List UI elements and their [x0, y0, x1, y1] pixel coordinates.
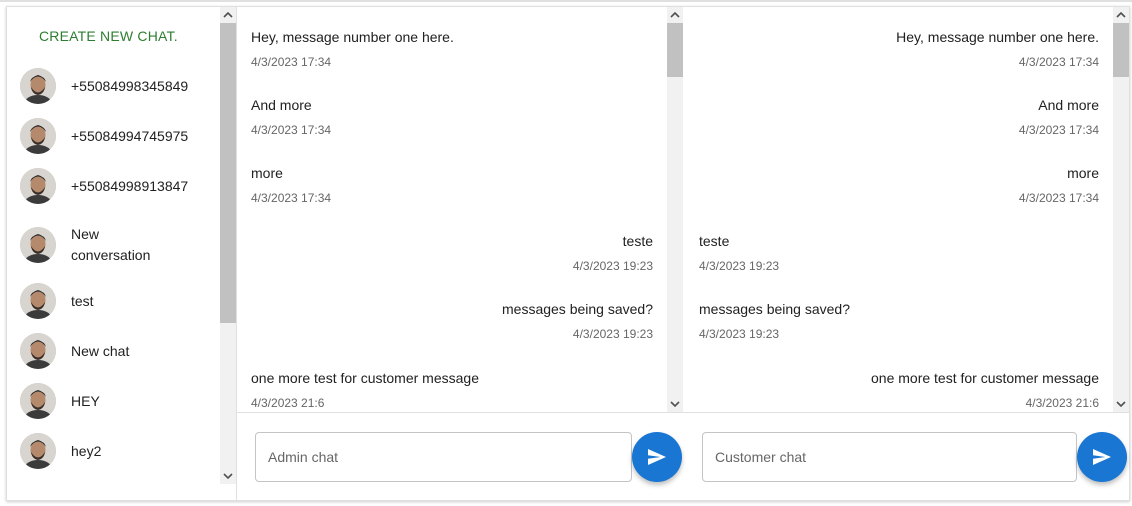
- admin-chat-field[interactable]: [255, 432, 632, 482]
- message-text: one more test for customer message: [871, 370, 1099, 386]
- chat-list-item-label: HEY: [71, 392, 100, 409]
- chat-list-item-label: test: [71, 292, 94, 309]
- customer-chat-field[interactable]: [702, 432, 1077, 482]
- message-text: Hey, message number one here.: [896, 29, 1099, 45]
- chevron-up-icon[interactable]: [1113, 7, 1129, 23]
- message-timestamp: 4/3/2023 17:34: [251, 191, 332, 205]
- message-timestamp: 4/3/2023 21:6: [1025, 396, 1099, 410]
- message-timestamp: 4/3/2023 19:23: [572, 327, 653, 341]
- admin-chat-input[interactable]: [256, 433, 631, 481]
- customer-send-button[interactable]: [1077, 432, 1127, 482]
- message: And more 4/3/2023 17:34: [251, 97, 331, 137]
- message-timestamp: 4/3/2023 19:23: [699, 259, 780, 273]
- message: teste 4/3/2023 19:23: [573, 233, 653, 273]
- chat-list-item-label: New conversation: [71, 226, 151, 263]
- composer-divider: [237, 412, 1130, 413]
- avatar: [20, 118, 56, 154]
- message: And more 4/3/2023 17:34: [1019, 97, 1099, 137]
- chat-list-item-label: +55084998913847: [71, 177, 189, 194]
- chat-list-item[interactable]: +55084994745975: [20, 118, 220, 154]
- customer-panel-scrollbar-thumb[interactable]: [1113, 23, 1129, 77]
- message-text: Hey, message number one here.: [251, 29, 454, 45]
- message-text: more: [1067, 165, 1099, 181]
- chevron-down-icon[interactable]: [667, 396, 683, 412]
- sidebar-scrollbar-thumb[interactable]: [220, 23, 236, 323]
- customer-chat-input[interactable]: [703, 433, 1076, 481]
- chat-list-item-label: hey2: [71, 442, 102, 459]
- message-timestamp: 4/3/2023 17:34: [1018, 191, 1099, 205]
- message-timestamp: 4/3/2023 17:34: [1018, 55, 1099, 69]
- chevron-down-icon[interactable]: [1113, 396, 1129, 412]
- admin-send-button[interactable]: [632, 432, 682, 482]
- message: Hey, message number one here. 4/3/2023 1…: [896, 29, 1099, 69]
- message: more 4/3/2023 17:34: [1019, 165, 1099, 205]
- chevron-up-icon[interactable]: [220, 7, 236, 23]
- chat-list-item[interactable]: +55084998913847: [20, 168, 220, 204]
- message: Hey, message number one here. 4/3/2023 1…: [251, 29, 454, 69]
- message-text: And more: [251, 97, 312, 113]
- avatar: [20, 383, 56, 419]
- message-text: one more test for customer message: [251, 370, 479, 386]
- message-text: more: [251, 165, 283, 181]
- chat-list-item[interactable]: test: [20, 283, 220, 319]
- chat-list-item[interactable]: HEY: [20, 383, 220, 419]
- customer-message-panel: Hey, message number one here. 4/3/2023 1…: [686, 7, 1130, 412]
- avatar: [20, 68, 56, 104]
- message-timestamp: 4/3/2023 19:23: [572, 259, 653, 273]
- send-icon: [648, 449, 666, 465]
- admin-panel-scrollbar-thumb[interactable]: [667, 23, 683, 77]
- avatar: [20, 168, 56, 204]
- message: more 4/3/2023 17:34: [251, 165, 331, 205]
- chat-list-item-label: New chat: [71, 342, 130, 359]
- message-text: And more: [1038, 97, 1099, 113]
- admin-message-panel: Hey, message number one here. 4/3/2023 1…: [238, 7, 684, 412]
- sidebar-scrollbar[interactable]: [220, 7, 236, 484]
- message: teste 4/3/2023 19:23: [699, 233, 779, 273]
- admin-panel-scrollbar[interactable]: [667, 7, 683, 412]
- create-new-chat-button[interactable]: CREATE NEW CHAT.: [39, 28, 178, 44]
- chat-list-sidebar: CREATE NEW CHAT. +55084998345849 +550849…: [7, 7, 237, 500]
- chat-list-item[interactable]: New conversation: [20, 224, 220, 266]
- message-text: messages being saved?: [502, 301, 653, 317]
- message-timestamp: 4/3/2023 17:34: [1018, 123, 1099, 137]
- message-text: teste: [622, 233, 653, 249]
- send-icon: [1093, 449, 1111, 465]
- message-timestamp: 4/3/2023 21:6: [251, 396, 325, 410]
- message-timestamp: 4/3/2023 19:23: [699, 327, 780, 341]
- avatar: [20, 227, 56, 263]
- chat-list-item-label: +55084994745975: [71, 127, 189, 144]
- message: messages being saved? 4/3/2023 19:23: [699, 301, 850, 341]
- avatar: [20, 283, 56, 319]
- chat-list-item[interactable]: New chat: [20, 333, 220, 369]
- message: one more test for customer message 4/3/2…: [871, 370, 1099, 410]
- message-timestamp: 4/3/2023 17:34: [251, 55, 332, 69]
- message: messages being saved? 4/3/2023 19:23: [502, 301, 653, 341]
- message-text: messages being saved?: [699, 301, 850, 317]
- message: one more test for customer message 4/3/2…: [251, 370, 479, 410]
- customer-panel-scrollbar[interactable]: [1113, 7, 1129, 412]
- top-divider: [0, 0, 1132, 2]
- chat-list-item[interactable]: +55084998345849: [20, 68, 220, 104]
- chat-app: CREATE NEW CHAT. +55084998345849 +550849…: [6, 6, 1130, 501]
- chat-list-item-label: +55084998345849: [71, 77, 189, 94]
- chevron-down-icon[interactable]: [220, 468, 236, 484]
- chat-list-item[interactable]: hey2: [20, 433, 220, 469]
- avatar: [20, 333, 56, 369]
- message-text: teste: [699, 233, 730, 249]
- message-timestamp: 4/3/2023 17:34: [251, 123, 332, 137]
- avatar: [20, 433, 56, 469]
- chevron-up-icon[interactable]: [667, 7, 683, 23]
